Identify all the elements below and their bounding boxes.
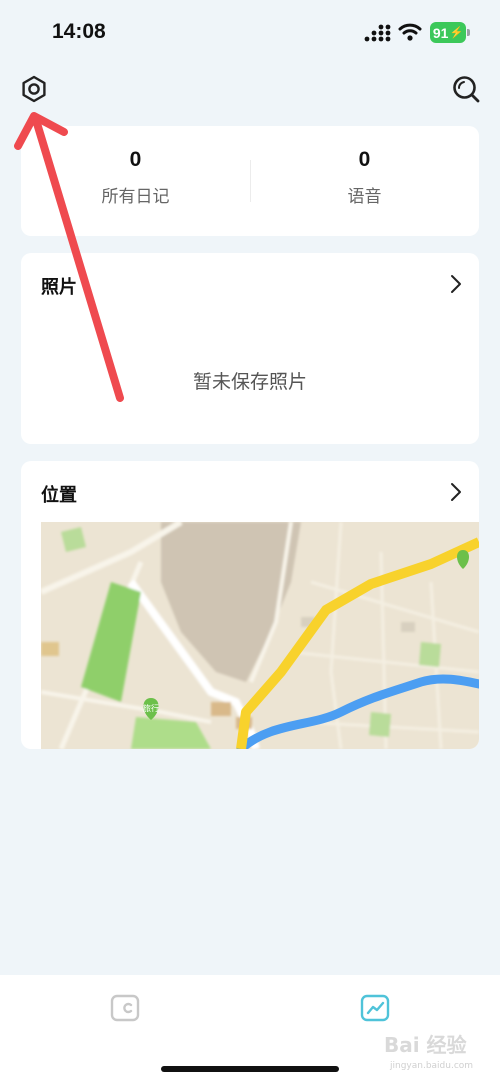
voice-count: 0: [358, 148, 371, 171]
photos-card[interactable]: 照片 暂未保存照片: [21, 253, 479, 444]
voice-stat[interactable]: 0 语音: [250, 148, 479, 207]
wifi-icon: [398, 23, 422, 41]
map-preview[interactable]: 旅行: [41, 522, 479, 749]
all-diaries-label: 所有日记: [101, 187, 170, 207]
watermark: Bai 经验 jingyan.baidu.com: [384, 1033, 473, 1071]
map-poi-label: 旅行: [143, 703, 159, 713]
battery-tip: [467, 29, 470, 36]
voice-label: 语音: [347, 187, 382, 207]
location-card[interactable]: 位置 旅行: [21, 461, 479, 749]
settings-icon[interactable]: [18, 73, 50, 105]
chevron-right-icon[interactable]: [446, 273, 464, 295]
top-navigation: [0, 68, 500, 112]
photos-title: 照片: [41, 277, 77, 298]
watermark-main: Bai 经验: [384, 1033, 467, 1057]
home-indicator: [161, 1066, 339, 1072]
status-time: 14:08: [52, 20, 106, 43]
location-title: 位置: [41, 485, 77, 506]
status-bar: 14:08 91 ⚡: [0, 0, 500, 64]
stats-tab-icon[interactable]: [359, 992, 391, 1024]
cellular-signal-icon: [364, 24, 391, 42]
search-icon[interactable]: [450, 73, 482, 105]
photos-empty-text: 暂未保存照片: [192, 371, 307, 393]
battery-level: 91: [432, 24, 449, 41]
diary-tab-icon[interactable]: [109, 992, 141, 1024]
stats-card: 0 所有日记 0 语音: [21, 126, 479, 236]
all-diaries-stat[interactable]: 0 所有日记: [21, 148, 250, 207]
watermark-sub: jingyan.baidu.com: [389, 1061, 473, 1071]
all-diaries-count: 0: [129, 148, 142, 171]
battery-indicator: 91 ⚡: [430, 22, 466, 43]
chevron-right-icon[interactable]: [446, 481, 464, 503]
charging-bolt-icon: ⚡: [449, 27, 464, 39]
